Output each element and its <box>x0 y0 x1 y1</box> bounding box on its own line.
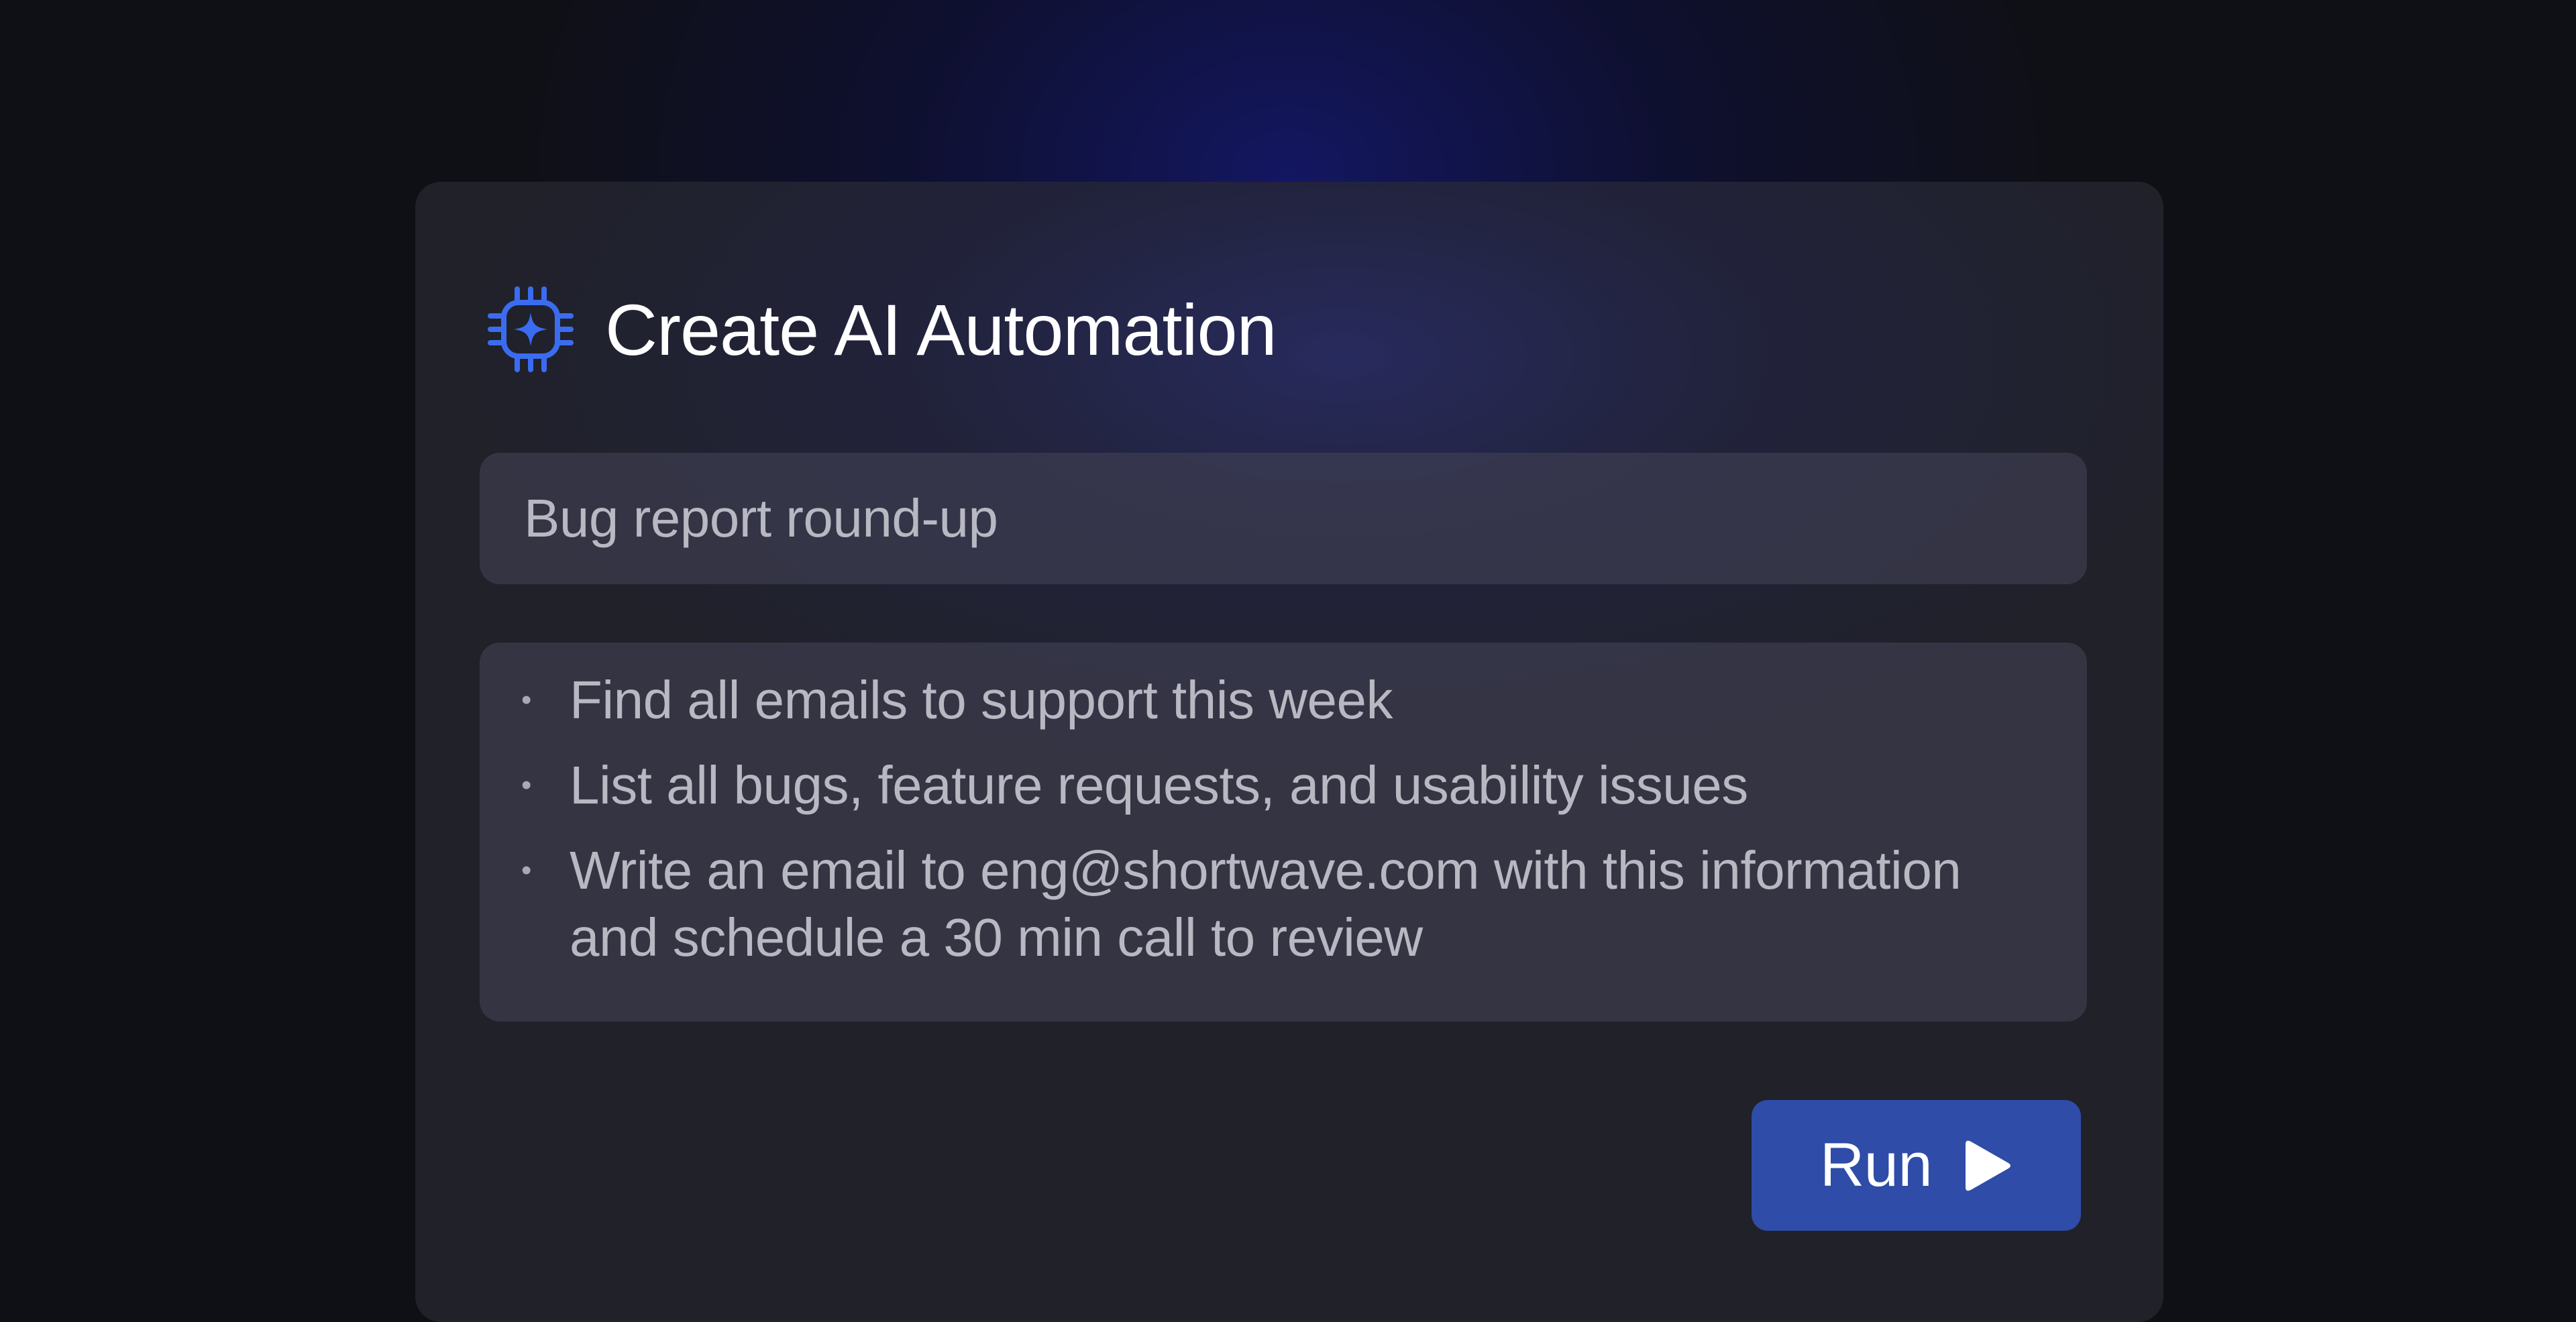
automation-prompt-editor[interactable]: • Find all emails to support this week •… <box>480 643 2087 1022</box>
prompt-list-item: • Write an email to eng@shortwave.com wi… <box>480 837 2047 971</box>
prompt-item-text: List all bugs, feature requests, and usa… <box>570 755 1748 815</box>
bullet-icon: • <box>521 769 531 802</box>
automation-dialog: Create AI Automation Bug report round-up… <box>415 182 2163 1322</box>
dialog-title: Create AI Automation <box>605 288 1277 370</box>
prompt-list-item: • List all bugs, feature requests, and u… <box>480 752 2047 819</box>
play-icon <box>1966 1140 2011 1191</box>
dialog-header: Create AI Automation <box>487 286 1277 373</box>
prompt-item-text: Write an email to eng@shortwave.com with… <box>570 840 1962 967</box>
run-button-label: Run <box>1819 1131 1933 1199</box>
prompt-list: • Find all emails to support this week •… <box>480 667 2047 971</box>
prompt-list-item: • Find all emails to support this week <box>480 667 2047 734</box>
bullet-icon: • <box>521 854 531 887</box>
prompt-item-text: Find all emails to support this week <box>570 670 1393 730</box>
run-button[interactable]: Run <box>1752 1100 2081 1231</box>
automation-name-input[interactable]: Bug report round-up <box>480 453 2087 584</box>
bullet-icon: • <box>521 683 531 716</box>
ai-chip-sparkle-icon <box>488 286 574 372</box>
